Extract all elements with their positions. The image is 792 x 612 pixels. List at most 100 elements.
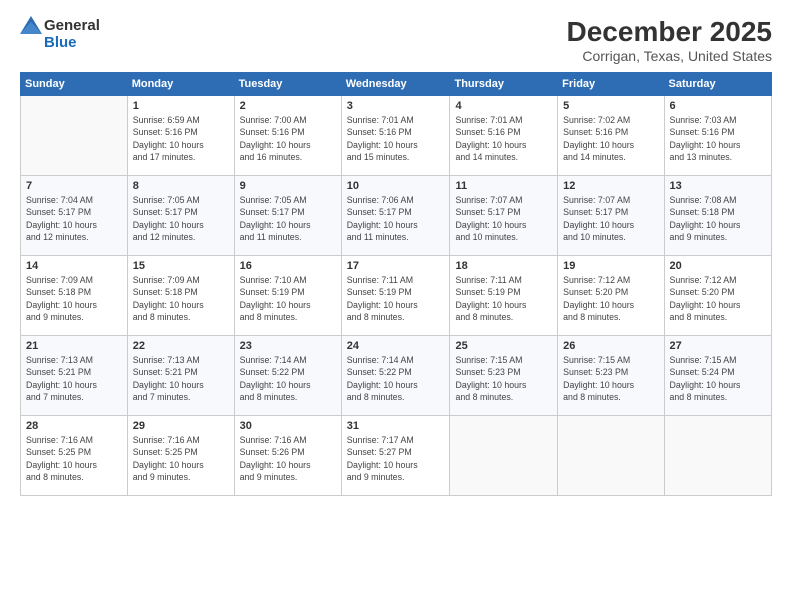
day-info: Sunrise: 7:05 AM Sunset: 5:17 PM Dayligh… (133, 194, 229, 243)
day-number: 25 (455, 340, 552, 352)
col-wednesday: Wednesday (341, 73, 450, 96)
day-number: 26 (563, 340, 658, 352)
calendar-cell: 9 Sunrise: 7:05 AM Sunset: 5:17 PM Daylig… (234, 176, 341, 256)
day-number: 6 (670, 100, 766, 112)
calendar-cell: 5 Sunrise: 7:02 AM Sunset: 5:16 PM Daylig… (558, 96, 664, 176)
calendar-cell: 17Sunrise: 7:11 AM Sunset: 5:19 PM Dayli… (341, 256, 450, 336)
calendar-cell (558, 416, 664, 496)
calendar-cell (21, 96, 128, 176)
day-info: Sunrise: 7:16 AM Sunset: 5:25 PM Dayligh… (26, 434, 122, 483)
col-friday: Friday (558, 73, 664, 96)
day-number: 3 (347, 100, 445, 112)
calendar-cell: 2Sunrise: 7:00 AM Sunset: 5:16 PM Daylig… (234, 96, 341, 176)
day-info: Sunrise: 7:12 AM Sunset: 5:20 PM Dayligh… (563, 274, 658, 323)
day-number: 5 (563, 100, 658, 112)
col-monday: Monday (127, 73, 234, 96)
calendar-cell: 8 Sunrise: 7:05 AM Sunset: 5:17 PM Daylig… (127, 176, 234, 256)
day-info: Sunrise: 7:07 AM Sunset: 5:17 PM Dayligh… (455, 194, 552, 243)
day-number: 13 (670, 180, 766, 192)
calendar-cell: 13 Sunrise: 7:08 AM Sunset: 5:18 PM Dayli… (664, 176, 771, 256)
week-row-4: 21 Sunrise: 7:13 AM Sunset: 5:21 PM Dayli… (21, 336, 772, 416)
week-row-2: 7Sunrise: 7:04 AM Sunset: 5:17 PM Daylig… (21, 176, 772, 256)
day-info: Sunrise: 7:07 AM Sunset: 5:17 PM Dayligh… (563, 194, 658, 243)
calendar-cell: 31 Sunrise: 7:17 AM Sunset: 5:27 PM Dayli… (341, 416, 450, 496)
day-info: Sunrise: 7:13 AM Sunset: 5:21 PM Dayligh… (133, 354, 229, 403)
day-info: Sunrise: 7:02 AM Sunset: 5:16 PM Dayligh… (563, 114, 658, 163)
page: General Blue December 2025 Corrigan, Tex… (0, 0, 792, 612)
day-number: 27 (670, 340, 766, 352)
day-info: Sunrise: 7:15 AM Sunset: 5:23 PM Dayligh… (563, 354, 658, 403)
day-info: Sunrise: 7:08 AM Sunset: 5:18 PM Dayligh… (670, 194, 766, 243)
day-info: Sunrise: 7:01 AM Sunset: 5:16 PM Dayligh… (455, 114, 552, 163)
calendar-table: Sunday Monday Tuesday Wednesday Thursday… (20, 72, 772, 496)
day-number: 14 (26, 260, 122, 272)
calendar-cell: 21Sunrise: 7:13 AM Sunset: 5:21 PM Dayli… (21, 336, 128, 416)
logo-blue-text: Blue (44, 34, 77, 51)
day-info: Sunrise: 7:12 AM Sunset: 5:20 PM Dayligh… (670, 274, 766, 323)
location: Corrigan, Texas, United States (567, 48, 772, 64)
day-number: 23 (240, 340, 336, 352)
day-number: 10 (347, 180, 445, 192)
calendar-cell: 11 Sunrise: 7:07 AM Sunset: 5:17 PM Dayli… (450, 176, 558, 256)
calendar-cell: 22 Sunrise: 7:13 AM Sunset: 5:21 PM Dayli… (127, 336, 234, 416)
day-info: Sunrise: 7:14 AM Sunset: 5:22 PM Dayligh… (240, 354, 336, 403)
calendar-cell: 26 Sunrise: 7:15 AM Sunset: 5:23 PM Dayli… (558, 336, 664, 416)
day-number: 19 (563, 260, 658, 272)
calendar-cell: 7Sunrise: 7:04 AM Sunset: 5:17 PM Daylig… (21, 176, 128, 256)
week-row-5: 28 Sunrise: 7:16 AM Sunset: 5:25 PM Dayli… (21, 416, 772, 496)
day-number: 29 (133, 420, 229, 432)
week-row-3: 14 Sunrise: 7:09 AM Sunset: 5:18 PM Dayli… (21, 256, 772, 336)
logo-icon (20, 16, 42, 34)
calendar-body: 1 Sunrise: 6:59 AM Sunset: 5:16 PM Daylig… (21, 96, 772, 496)
calendar-cell: 15Sunrise: 7:09 AM Sunset: 5:18 PM Dayli… (127, 256, 234, 336)
calendar-header: Sunday Monday Tuesday Wednesday Thursday… (21, 73, 772, 96)
calendar-cell: 14 Sunrise: 7:09 AM Sunset: 5:18 PM Dayli… (21, 256, 128, 336)
calendar-cell: 30 Sunrise: 7:16 AM Sunset: 5:26 PM Dayli… (234, 416, 341, 496)
calendar-cell: 20 Sunrise: 7:12 AM Sunset: 5:20 PM Dayli… (664, 256, 771, 336)
day-number: 17 (347, 260, 445, 272)
header-row: Sunday Monday Tuesday Wednesday Thursday… (21, 73, 772, 96)
day-number: 24 (347, 340, 445, 352)
day-number: 4 (455, 100, 552, 112)
col-saturday: Saturday (664, 73, 771, 96)
calendar-cell (664, 416, 771, 496)
col-sunday: Sunday (21, 73, 128, 96)
calendar-cell: 24Sunrise: 7:14 AM Sunset: 5:22 PM Dayli… (341, 336, 450, 416)
day-number: 22 (133, 340, 229, 352)
calendar-cell: 29Sunrise: 7:16 AM Sunset: 5:25 PM Dayli… (127, 416, 234, 496)
calendar-cell: 25Sunrise: 7:15 AM Sunset: 5:23 PM Dayli… (450, 336, 558, 416)
day-number: 21 (26, 340, 122, 352)
calendar-cell: 12 Sunrise: 7:07 AM Sunset: 5:17 PM Dayli… (558, 176, 664, 256)
day-number: 11 (455, 180, 552, 192)
calendar-cell: 6 Sunrise: 7:03 AM Sunset: 5:16 PM Daylig… (664, 96, 771, 176)
day-info: Sunrise: 7:16 AM Sunset: 5:26 PM Dayligh… (240, 434, 336, 483)
calendar-cell: 19 Sunrise: 7:12 AM Sunset: 5:20 PM Dayli… (558, 256, 664, 336)
day-number: 9 (240, 180, 336, 192)
day-number: 28 (26, 420, 122, 432)
calendar-cell: 18Sunrise: 7:11 AM Sunset: 5:19 PM Dayli… (450, 256, 558, 336)
day-number: 12 (563, 180, 658, 192)
day-info: Sunrise: 7:05 AM Sunset: 5:17 PM Dayligh… (240, 194, 336, 243)
logo: General Blue (20, 16, 100, 51)
day-info: Sunrise: 7:06 AM Sunset: 5:17 PM Dayligh… (347, 194, 445, 243)
day-info: Sunrise: 7:03 AM Sunset: 5:16 PM Dayligh… (670, 114, 766, 163)
day-info: Sunrise: 7:11 AM Sunset: 5:19 PM Dayligh… (455, 274, 552, 323)
logo-general-text: General (44, 17, 100, 34)
day-info: Sunrise: 7:09 AM Sunset: 5:18 PM Dayligh… (26, 274, 122, 323)
col-tuesday: Tuesday (234, 73, 341, 96)
day-info: Sunrise: 6:59 AM Sunset: 5:16 PM Dayligh… (133, 114, 229, 163)
col-thursday: Thursday (450, 73, 558, 96)
day-info: Sunrise: 7:09 AM Sunset: 5:18 PM Dayligh… (133, 274, 229, 323)
day-info: Sunrise: 7:17 AM Sunset: 5:27 PM Dayligh… (347, 434, 445, 483)
calendar-cell: 23 Sunrise: 7:14 AM Sunset: 5:22 PM Dayli… (234, 336, 341, 416)
calendar-cell: 16Sunrise: 7:10 AM Sunset: 5:19 PM Dayli… (234, 256, 341, 336)
day-number: 31 (347, 420, 445, 432)
title-section: December 2025 Corrigan, Texas, United St… (567, 16, 772, 64)
day-number: 1 (133, 100, 229, 112)
day-number: 30 (240, 420, 336, 432)
calendar-cell: 27Sunrise: 7:15 AM Sunset: 5:24 PM Dayli… (664, 336, 771, 416)
calendar-cell: 4 Sunrise: 7:01 AM Sunset: 5:16 PM Daylig… (450, 96, 558, 176)
day-number: 2 (240, 100, 336, 112)
day-number: 20 (670, 260, 766, 272)
day-number: 8 (133, 180, 229, 192)
